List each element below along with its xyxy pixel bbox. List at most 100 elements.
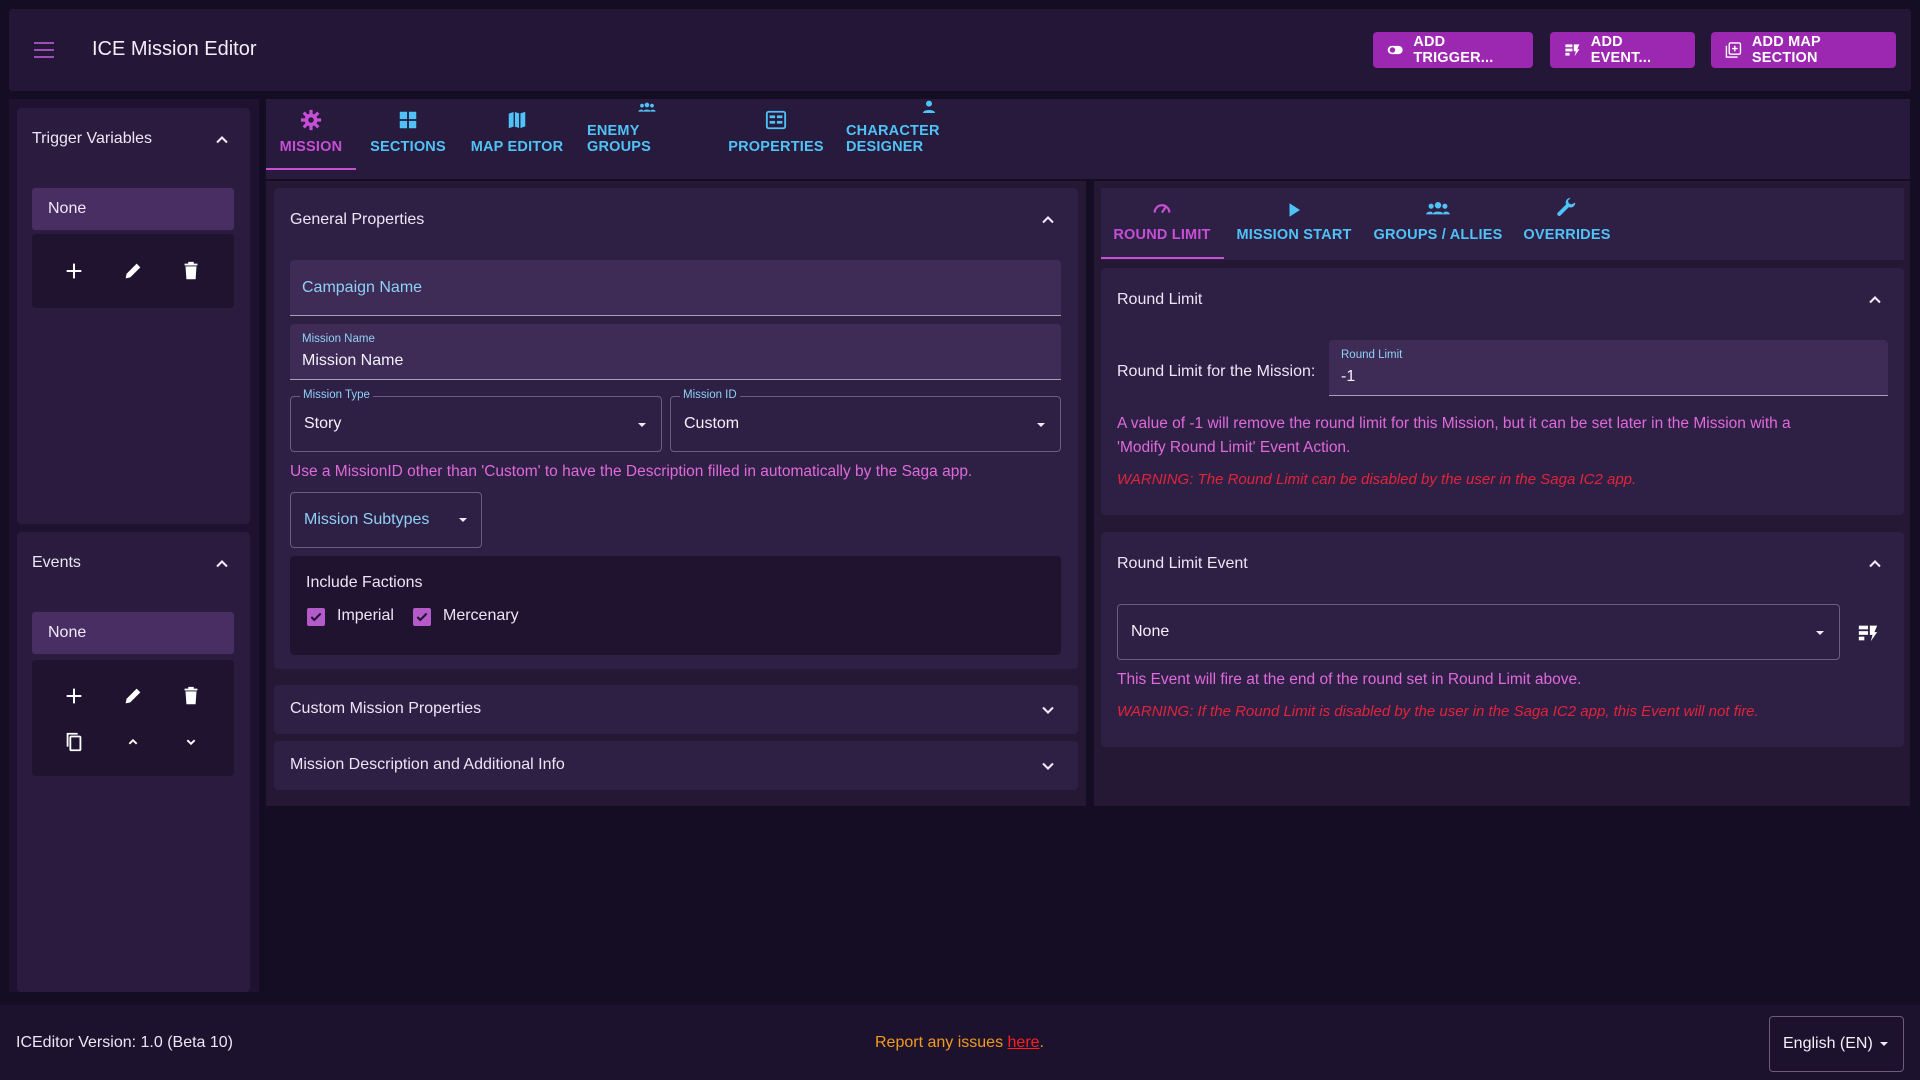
groups-icon (638, 102, 656, 112)
round-limit-note-line1: A value of -1 will remove the round limi… (1117, 415, 1791, 432)
copy-icon[interactable] (63, 731, 85, 753)
add-trigger-button[interactable]: ADD TRIGGER... (1373, 32, 1533, 68)
add-icon[interactable] (63, 685, 85, 707)
mission-type-select[interactable] (290, 396, 662, 452)
person-icon (923, 100, 935, 113)
mission-id-label: Mission ID (680, 389, 740, 401)
report-prefix: Report any issues (875, 1034, 1008, 1051)
language-value: English (EN) (1783, 1035, 1873, 1052)
chevron-up-icon[interactable] (1865, 554, 1885, 574)
edit-icon[interactable] (122, 260, 144, 282)
active-tab-indicator (266, 168, 356, 170)
tab-enemy-groups-label: ENEMY GROUPS (587, 123, 652, 155)
delete-icon[interactable] (180, 260, 202, 282)
chevron-up-icon[interactable] (212, 130, 232, 150)
add-trigger-label: ADD TRIGGER... (1413, 34, 1494, 66)
events-toolbar (32, 660, 234, 776)
menu-icon[interactable] (30, 35, 58, 65)
event-icon (1565, 44, 1580, 57)
trigger-variables-list-item[interactable]: None (32, 188, 234, 230)
tab-mission-start[interactable]: MISSION START (1234, 187, 1354, 257)
report-suffix: . (1039, 1034, 1044, 1051)
events-title: Events (32, 554, 81, 571)
chevron-up-icon[interactable] (1865, 290, 1885, 310)
report-link[interactable]: here (1008, 1034, 1040, 1051)
add-event-button[interactable]: ADD EVENT... (1550, 32, 1695, 68)
round-limit-field[interactable] (1329, 340, 1888, 396)
play-icon (1289, 203, 1300, 217)
tab-mission[interactable]: MISSION (274, 99, 348, 169)
tab-groups-allies[interactable]: GROUPS / ALLIES (1373, 187, 1503, 257)
dropdown-arrow-icon (1816, 631, 1824, 635)
trigger-variables-panel (17, 108, 250, 524)
tab-overrides-label: OVERRIDES (1523, 227, 1611, 243)
tab-sections-label: SECTIONS (370, 139, 446, 155)
tab-overrides[interactable]: OVERRIDES (1520, 187, 1614, 257)
add-map-section-button[interactable]: ADD MAP SECTION (1711, 32, 1896, 68)
trigger-variables-title: Trigger Variables (32, 130, 153, 147)
tab-mission-start-label: MISSION START (1236, 227, 1352, 243)
chevron-down-icon[interactable] (1038, 700, 1058, 720)
delete-icon[interactable] (180, 685, 202, 707)
move-down-icon[interactable] (180, 731, 202, 753)
general-properties-title: General Properties (290, 211, 425, 228)
include-factions-title: Include Factions (306, 574, 423, 591)
groups-icon (1426, 202, 1450, 215)
mission-name-value: Mission Name (302, 352, 404, 369)
tab-map-editor-label: MAP EDITOR (470, 139, 564, 155)
wrench-icon (1557, 197, 1576, 216)
mission-type-value: Story (304, 415, 342, 432)
version-text: ICEditor Version: 1.0 (Beta 10) (16, 1034, 233, 1051)
chevron-down-icon[interactable] (1038, 756, 1058, 776)
map-icon (508, 111, 526, 129)
round-limit-field-value: -1 (1341, 368, 1356, 385)
mission-id-hint: Use a MissionID other than 'Custom' to h… (290, 463, 973, 480)
round-limit-note-line2: 'Modify Round Limit' Event Action. (1117, 439, 1351, 456)
active-tab-indicator (1101, 257, 1224, 259)
app-title: ICE Mission Editor (92, 38, 257, 60)
edit-icon[interactable] (122, 685, 144, 707)
tab-sections[interactable]: SECTIONS (366, 99, 450, 169)
include-factions-box (290, 556, 1061, 655)
move-up-icon[interactable] (122, 731, 144, 753)
round-limit-row-label: Round Limit for the Mission: (1117, 363, 1316, 380)
round-limit-title: Round Limit (1117, 291, 1203, 308)
round-limit-event-note: This Event will fire at the end of the r… (1117, 671, 1582, 688)
round-limit-event-title: Round Limit Event (1117, 555, 1248, 572)
checkmark-icon (310, 612, 322, 622)
chevron-up-icon[interactable] (1038, 210, 1058, 230)
tab-mission-label: MISSION (279, 139, 343, 155)
mercenary-checkbox[interactable] (413, 608, 431, 626)
toggle-icon (1387, 45, 1403, 55)
chevron-up-icon[interactable] (212, 554, 232, 574)
mission-id-value: Custom (684, 415, 740, 432)
tab-groups-allies-label: GROUPS / ALLIES (1373, 227, 1503, 243)
tab-round-limit[interactable]: ROUND LIMIT (1107, 187, 1217, 257)
events-list-item[interactable]: None (32, 612, 234, 654)
dropdown-arrow-icon (459, 518, 467, 522)
add-icon[interactable] (63, 260, 85, 282)
mission-name-label: Mission Name (302, 333, 375, 345)
imperial-label: Imperial (337, 607, 394, 624)
dropdown-arrow-icon (638, 423, 646, 427)
gear-icon (300, 109, 322, 131)
tab-round-limit-label: ROUND LIMIT (1113, 227, 1211, 243)
checkmark-icon (416, 612, 428, 622)
add-box-icon (1725, 42, 1742, 58)
event-icon[interactable] (1857, 622, 1879, 644)
imperial-checkbox[interactable] (307, 608, 325, 626)
tab-enemy-groups[interactable]: ENEMY GROUPS (587, 99, 707, 169)
mission-description-title: Mission Description and Additional Info (290, 756, 565, 773)
add-map-section-label: ADD MAP SECTION (1751, 34, 1821, 66)
campaign-name-placeholder: Campaign Name (302, 279, 423, 296)
tab-character-designer[interactable]: CHARACTER DESIGNER (846, 99, 1012, 169)
round-limit-field-label: Round Limit (1341, 349, 1403, 361)
round-limit-event-value: None (1131, 623, 1170, 640)
dropdown-arrow-icon (1037, 423, 1045, 427)
mission-name-field[interactable] (290, 324, 1061, 380)
dropdown-arrow-icon (1880, 1042, 1888, 1046)
round-limit-event-select[interactable] (1117, 604, 1840, 660)
grid-icon (399, 111, 417, 129)
tab-properties[interactable]: PROPERTIES (728, 99, 824, 169)
tab-map-editor[interactable]: MAP EDITOR (469, 99, 565, 169)
